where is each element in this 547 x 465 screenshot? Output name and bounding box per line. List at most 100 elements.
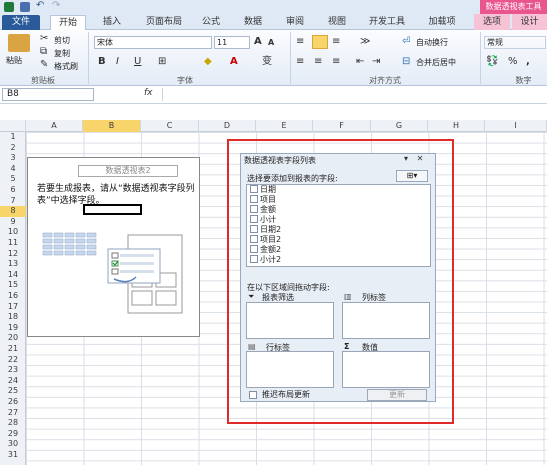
column-header[interactable]: H [428,120,485,132]
row-header[interactable]: 10 [0,227,26,238]
column-header[interactable]: G [371,120,428,132]
update-button[interactable]: 更新 [367,389,427,401]
save-icon[interactable] [20,2,30,12]
field-checkbox[interactable] [250,185,258,193]
tab-view[interactable]: 视图 [322,15,352,30]
row-header[interactable]: 9 [0,217,26,228]
close-icon[interactable]: ✕ [417,154,424,163]
insert-function-button[interactable]: fx [144,88,153,98]
column-header[interactable]: F [313,120,371,132]
tab-file[interactable]: 文件 [2,15,40,30]
row-header[interactable]: 16 [0,291,26,302]
align-bottom-icon[interactable]: ≡ [332,36,340,48]
paste-button[interactable]: 粘贴 [6,55,22,66]
tab-formulas[interactable]: 公式 [196,15,226,30]
column-header[interactable]: C [141,120,199,132]
row-header[interactable]: 12 [0,249,26,260]
column-labels-zone[interactable] [342,302,430,339]
percent-icon[interactable]: % [508,56,518,68]
select-all-corner[interactable] [0,120,26,132]
row-header[interactable]: 17 [0,302,26,313]
bold-icon[interactable]: B [98,56,106,68]
field-checkbox[interactable] [250,245,258,253]
currency-icon[interactable]: 💱 [486,56,498,68]
row-header[interactable]: 24 [0,376,26,387]
row-header[interactable]: 29 [0,429,26,440]
comma-icon[interactable]: , [526,56,530,68]
column-header[interactable]: B [83,120,141,132]
values-zone[interactable] [342,351,430,388]
tab-home[interactable]: 开始 [50,15,86,30]
row-header[interactable]: 25 [0,386,26,397]
field-checkbox[interactable] [250,225,258,233]
field-item[interactable]: 项目2 [250,235,281,245]
align-center-icon[interactable]: ≡ [314,56,322,68]
copy-button[interactable]: 复制 [54,48,70,59]
merge-center-button[interactable]: 合并后居中 [416,57,456,68]
chevron-down-icon[interactable]: ▾ [404,154,408,163]
column-header[interactable]: I [485,120,547,132]
row-header[interactable]: 28 [0,418,26,429]
align-top-icon[interactable]: ≡ [296,36,304,48]
row-labels-zone[interactable] [246,351,334,388]
field-item[interactable]: 小计2 [250,255,281,265]
field-checkbox[interactable] [250,235,258,243]
row-header[interactable]: 4 [0,164,26,175]
field-checkbox[interactable] [250,255,258,263]
row-header[interactable]: 13 [0,259,26,270]
undo-icon[interactable]: ↶ [36,0,44,11]
layout-options-button[interactable]: ⊞▾ [396,170,428,182]
orientation-icon[interactable]: ≫ [360,36,370,48]
tab-page-layout[interactable]: 页面布局 [140,15,188,30]
number-format-select[interactable]: 常规 [484,36,546,49]
row-header[interactable]: 7 [0,196,26,207]
font-name-select[interactable]: 宋体 [94,36,212,49]
underline-icon[interactable]: U [134,56,141,68]
field-item[interactable]: 金额 [250,205,276,215]
row-header[interactable]: 8 [0,206,26,217]
row-header[interactable]: 1 [0,132,26,143]
wrap-text-button[interactable]: 自动换行 [416,37,448,48]
field-item[interactable]: 日期2 [250,225,281,235]
align-right-icon[interactable]: ≡ [332,56,340,68]
column-header[interactable]: E [256,120,313,132]
field-item[interactable]: 小计 [250,215,276,225]
shrink-font-icon[interactable]: A [268,37,274,49]
row-header[interactable]: 11 [0,238,26,249]
align-left-icon[interactable]: ≡ [296,56,304,68]
field-item[interactable]: 金额2 [250,245,281,255]
column-header[interactable]: A [26,120,83,132]
cut-button[interactable]: 剪切 [54,35,70,46]
font-size-select[interactable]: 11 [214,36,250,49]
field-item[interactable]: 日期 [250,185,276,195]
row-header[interactable]: 26 [0,397,26,408]
outdent-icon[interactable]: ⇥ [372,56,380,68]
format-painter-button[interactable]: 格式刷 [54,61,78,72]
row-header[interactable]: 31 [0,450,26,461]
tab-design[interactable]: 设计 [512,14,547,30]
name-box[interactable]: B8 [2,88,94,101]
row-header[interactable]: 21 [0,344,26,355]
field-checkbox[interactable] [250,215,258,223]
tab-addins[interactable]: 加载项 [422,15,462,30]
report-filter-zone[interactable] [246,302,334,339]
row-header[interactable]: 20 [0,333,26,344]
font-color-icon[interactable]: A [230,56,238,68]
row-header[interactable]: 2 [0,143,26,154]
indent-icon[interactable]: ⇤ [356,56,364,68]
tab-data[interactable]: 数据 [238,15,268,30]
redo-icon[interactable]: ↷ [52,0,60,11]
italic-icon[interactable]: I [116,56,119,68]
tab-options[interactable]: 选项 [474,14,510,30]
row-header[interactable]: 19 [0,323,26,334]
tab-review[interactable]: 审阅 [280,15,310,30]
fill-color-icon[interactable]: ◆ [204,56,212,68]
column-header[interactable]: D [199,120,256,132]
row-header[interactable]: 6 [0,185,26,196]
field-item[interactable]: 项目 [250,195,276,205]
tab-insert[interactable]: 插入 [96,15,128,30]
defer-update-checkbox[interactable] [249,391,257,399]
phonetic-icon[interactable]: 变 [262,56,272,68]
active-cell-b8[interactable] [83,204,142,215]
row-header[interactable]: 18 [0,312,26,323]
